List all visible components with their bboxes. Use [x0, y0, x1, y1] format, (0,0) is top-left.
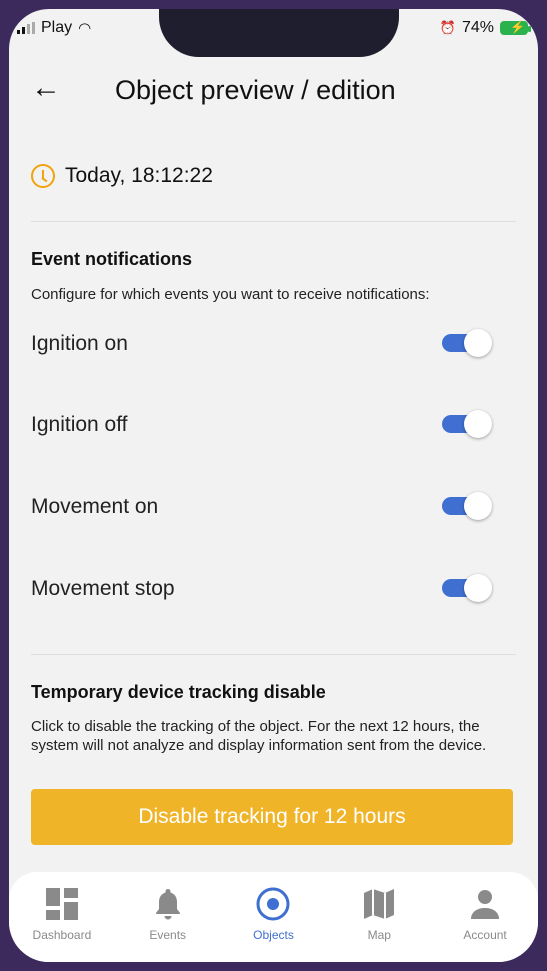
toggle-knob [464, 410, 492, 438]
alarm-icon: ⏰ [439, 20, 456, 35]
carrier-label: Play [41, 19, 73, 36]
notifications-title: Event notifications [31, 249, 193, 269]
battery-icon: ⚡ [500, 20, 531, 35]
tab-label: Map [367, 928, 391, 942]
app-header: ← Object preview / edition [9, 67, 538, 117]
last-update-time: Today, 18:12:22 [65, 164, 213, 187]
notification-label: Movement stop [31, 577, 175, 600]
status-bar: Play ◠ ⏰ 74% ⚡ [9, 19, 538, 41]
tab-objects[interactable]: Objects [221, 872, 327, 962]
back-arrow-icon[interactable]: ← [31, 73, 61, 103]
bottom-tab-bar: Dashboard Events Objects Map Account [9, 872, 538, 962]
clock-icon [31, 164, 55, 188]
notification-label: Ignition on [31, 332, 128, 355]
signal-icon [17, 22, 35, 34]
tab-events[interactable]: Events [115, 872, 221, 962]
phone-screen: Play ◠ ⏰ 74% ⚡ ← Object preview / editio… [9, 9, 538, 962]
notification-label: Ignition off [31, 413, 128, 436]
toggle-knob [464, 492, 492, 520]
tab-map[interactable]: Map [326, 872, 432, 962]
tab-label: Dashboard [32, 928, 92, 942]
person-icon [471, 890, 500, 919]
target-icon [256, 887, 290, 921]
notification-row-movement-stop: Movement stop [31, 569, 492, 609]
status-right: ⏰ 74% ⚡ [439, 19, 531, 37]
wifi-icon: ◠ [78, 20, 92, 37]
tracking-description: Click to disable the tracking of the obj… [31, 718, 487, 754]
notification-row-ignition-on: Ignition on [31, 324, 492, 364]
notifications-description: Configure for which events you want to r… [31, 286, 430, 303]
notification-row-ignition-off: Ignition off [31, 405, 492, 445]
disable-tracking-button[interactable]: Disable tracking for 12 hours [31, 789, 513, 845]
notification-row-movement-on: Movement on [31, 487, 492, 527]
status-left: Play ◠ [17, 19, 91, 37]
dashboard-icon [45, 888, 78, 920]
page-title: Object preview / edition [115, 75, 396, 105]
map-icon [364, 889, 395, 919]
notification-label: Movement on [31, 495, 159, 518]
tab-label: Objects [253, 928, 294, 942]
last-update-row: Today, 18:12:22 [31, 164, 213, 188]
movement-stop-toggle[interactable] [442, 574, 492, 602]
ignition-on-toggle[interactable] [442, 329, 492, 357]
divider [31, 221, 516, 222]
bell-icon [155, 889, 180, 920]
ignition-off-toggle[interactable] [442, 410, 492, 438]
toggle-knob [464, 329, 492, 357]
tab-account[interactable]: Account [432, 872, 538, 962]
tab-label: Account [463, 928, 507, 942]
movement-on-toggle[interactable] [442, 492, 492, 520]
toggle-knob [464, 574, 492, 602]
divider [31, 654, 516, 655]
tab-label: Events [149, 928, 187, 942]
tab-dashboard[interactable]: Dashboard [9, 872, 115, 962]
tracking-title: Temporary device tracking disable [31, 682, 326, 702]
battery-percent: 74% [461, 19, 494, 36]
